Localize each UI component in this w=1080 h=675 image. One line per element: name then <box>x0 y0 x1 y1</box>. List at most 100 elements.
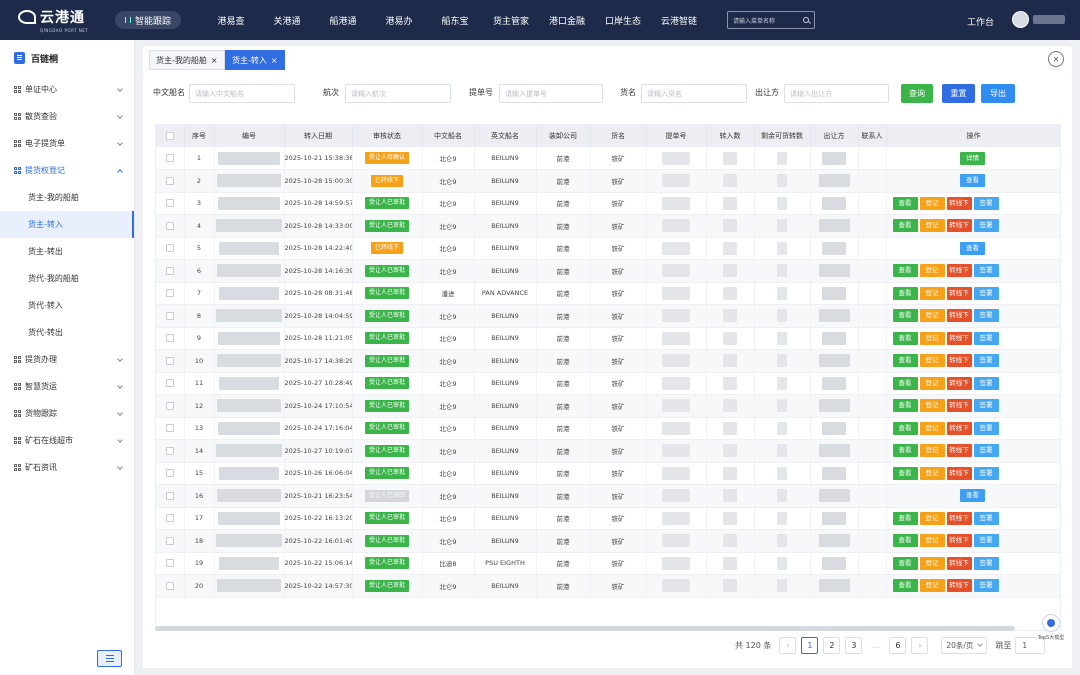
close-icon[interactable]: × <box>211 56 218 65</box>
sidebar-subitem-3[interactable]: 货代-我的船舶 <box>0 265 134 292</box>
ship-cn-input[interactable]: 请输入中文船名 <box>189 84 295 103</box>
row-checkbox[interactable] <box>156 214 185 238</box>
view-button[interactable]: 查看 <box>960 174 985 188</box>
register-button[interactable]: 登记 <box>919 444 945 458</box>
table-row[interactable]: 1 2025-10-21 15:38:38 受让人待确认 北仑9 BEILUN9 前港 铁矿… <box>156 147 1060 170</box>
sign-button[interactable]: 签署 <box>973 264 999 278</box>
offline-button[interactable]: 转线下 <box>946 466 972 480</box>
sign-button[interactable]: 签署 <box>973 196 999 210</box>
sign-button[interactable]: 签署 <box>973 219 999 233</box>
sign-button[interactable]: 签署 <box>973 331 999 345</box>
row-checkbox[interactable] <box>156 282 185 305</box>
offline-button[interactable]: 转线下 <box>946 511 972 525</box>
sidebar-subitem-5[interactable]: 货代-转出 <box>0 319 134 346</box>
close-icon[interactable]: × <box>271 56 278 65</box>
register-button[interactable]: 登记 <box>919 421 945 435</box>
row-checkbox[interactable] <box>156 147 185 170</box>
offline-button[interactable]: 转线下 <box>946 579 972 593</box>
table-row[interactable]: 6 2025-10-28 14:16:39 受让人已审批 北仑9 BEILUN9 前港 铁矿… <box>156 259 1060 283</box>
sidebar-subitem-4[interactable]: 货代-转入 <box>0 292 134 319</box>
query-button[interactable]: 查询 <box>901 84 933 103</box>
nav-item-6[interactable]: 港口金融 <box>539 14 595 27</box>
view-button[interactable]: 查看 <box>892 376 918 390</box>
view-button[interactable]: 查看 <box>892 286 918 300</box>
table-row[interactable]: 9 2025-10-28 11:21:05 受让人已审批 北仑9 BEILUN9 前港 铁矿… <box>156 327 1060 350</box>
sign-button[interactable]: 签署 <box>973 579 999 593</box>
register-button[interactable]: 登记 <box>919 466 945 480</box>
sidebar-item-2[interactable]: 电子提货单 <box>0 130 134 157</box>
row-checkbox[interactable] <box>156 394 185 418</box>
register-button[interactable]: 登记 <box>919 399 945 413</box>
page-1-button[interactable]: 1 <box>801 636 819 654</box>
table-row[interactable]: 8 2025-10-28 14:04:59 受让人已审批 北仑9 BEILUN9 前港 铁矿… <box>156 304 1060 328</box>
view-button[interactable]: 查看 <box>892 354 918 368</box>
nav-item-5[interactable]: 货主管家 <box>483 14 539 27</box>
cargo-input[interactable]: 请输入货名 <box>641 84 747 103</box>
sidebar-item-1[interactable]: 散货查验 <box>0 103 134 130</box>
table-row[interactable]: 11 2025-10-27 10:28:49 受让人已审批 北仑9 BEILUN9 前港铁… <box>156 372 1060 395</box>
sidebar-collapse-button[interactable] <box>97 650 122 667</box>
sidebar-item-4[interactable]: 提货办理 <box>0 346 134 373</box>
tab-owner-my-ship[interactable]: 货主-我的船舶 × <box>149 50 225 70</box>
sign-button[interactable]: 签署 <box>973 466 999 480</box>
smart-tracking-pill[interactable]: 智能跟踪 <box>115 11 182 29</box>
register-button[interactable]: 登记 <box>919 534 945 548</box>
offline-button[interactable]: 转线下 <box>946 376 972 390</box>
brand-logo[interactable]: 云港通 QINGDAO PORT NET <box>0 0 115 40</box>
view-button[interactable]: 查看 <box>892 556 918 570</box>
view-button[interactable]: 查看 <box>892 399 918 413</box>
view-button[interactable]: 查看 <box>892 511 918 525</box>
nav-item-3[interactable]: 港易办 <box>371 14 427 27</box>
sidebar-subitem-2[interactable]: 货主-转出 <box>0 238 134 265</box>
register-button[interactable]: 登记 <box>919 511 945 525</box>
register-button[interactable]: 登记 <box>919 331 945 345</box>
menu-search-input[interactable]: 请输入菜单名称 <box>727 11 816 29</box>
row-checkbox[interactable] <box>156 552 185 575</box>
bill-input[interactable]: 请输入提单号 <box>499 84 603 103</box>
sign-button[interactable]: 签署 <box>973 354 999 368</box>
sign-button[interactable]: 签署 <box>973 556 999 570</box>
page-6-button[interactable]: 6 <box>889 636 907 654</box>
row-checkbox[interactable] <box>156 169 185 193</box>
register-button[interactable]: 登记 <box>919 376 945 390</box>
reset-button[interactable]: 重置 <box>942 84 975 103</box>
table-row[interactable]: 3 2025-10-28 14:59:57 受让人已审批 北仑9 BEILUN9 前港 铁矿… <box>156 192 1060 215</box>
select-all-checkbox[interactable] <box>156 125 185 147</box>
offline-button[interactable]: 转线下 <box>946 219 972 233</box>
nav-item-8[interactable]: 云港智链 <box>651 14 707 27</box>
offline-button[interactable]: 转线下 <box>946 444 972 458</box>
sidebar-item-8[interactable]: 矿石资讯 <box>0 454 134 481</box>
sidebar-subitem-1[interactable]: 货主-转入 <box>0 211 134 238</box>
register-button[interactable]: 登记 <box>919 196 945 210</box>
sign-button[interactable]: 签署 <box>973 286 999 300</box>
export-button[interactable]: 导出 <box>981 84 1015 103</box>
view-button[interactable]: 查看 <box>892 264 918 278</box>
nav-item-0[interactable]: 港易查 <box>203 14 259 27</box>
close-all-tabs-button[interactable]: ✕ <box>1048 51 1064 67</box>
table-row[interactable]: 17 2025-10-22 16:13:20 受让人已审批 北仑9 BEILUN9 前港铁… <box>156 507 1060 530</box>
offline-button[interactable]: 转线下 <box>946 331 972 345</box>
view-button[interactable]: 查看 <box>960 489 985 503</box>
sign-button[interactable]: 签署 <box>973 421 999 435</box>
row-checkbox[interactable] <box>156 349 185 373</box>
nav-item-2[interactable]: 船港通 <box>315 14 371 27</box>
register-button[interactable]: 登记 <box>919 354 945 368</box>
row-checkbox[interactable] <box>156 507 185 530</box>
register-button[interactable]: 登记 <box>919 219 945 233</box>
register-button[interactable]: 登记 <box>919 309 945 323</box>
row-checkbox[interactable] <box>156 529 185 553</box>
offline-button[interactable]: 转线下 <box>946 421 972 435</box>
sidebar-subitem-0[interactable]: 货主-我的船舶 <box>0 184 134 211</box>
horizontal-scrollbar[interactable] <box>155 626 1015 631</box>
view-button[interactable]: 查看 <box>892 331 918 345</box>
offline-button[interactable]: 转线下 <box>946 264 972 278</box>
view-button[interactable]: 查看 <box>892 444 918 458</box>
row-checkbox[interactable] <box>156 237 185 260</box>
sign-button[interactable]: 签署 <box>973 511 999 525</box>
sign-button[interactable]: 签署 <box>973 376 999 390</box>
row-checkbox[interactable] <box>156 192 185 215</box>
register-button[interactable]: 登记 <box>919 286 945 300</box>
user-name-redacted[interactable] <box>1033 15 1065 24</box>
row-checkbox[interactable] <box>156 417 185 440</box>
table-row[interactable]: 2 2025-10-28 15:00:30 已转线下 北仑9 BEILUN9 前港 铁矿 查看 <box>156 169 1060 193</box>
